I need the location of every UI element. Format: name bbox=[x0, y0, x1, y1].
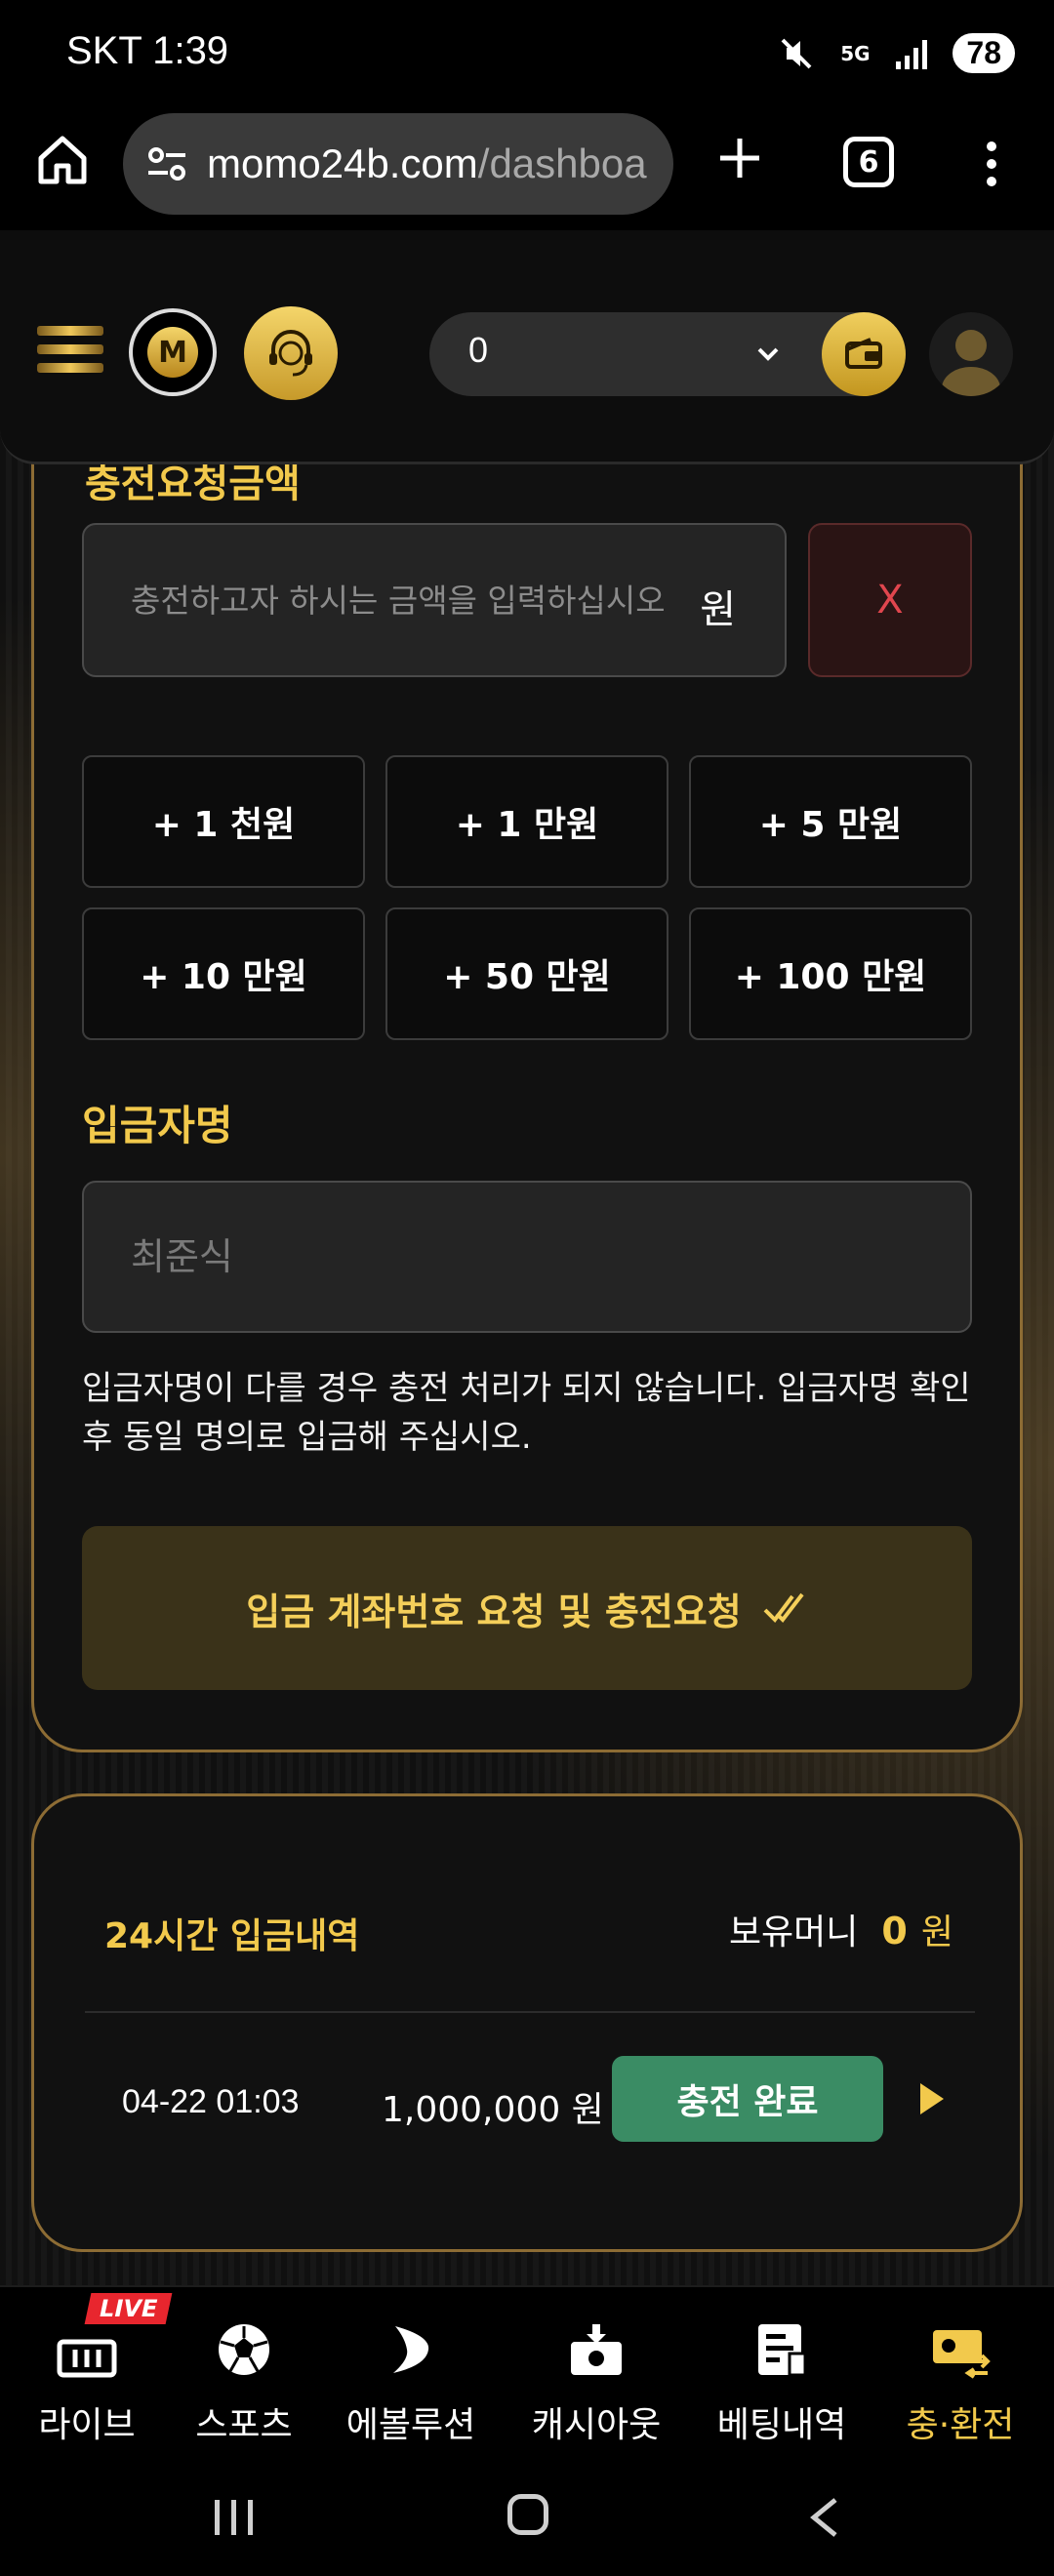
history-row-status-badge: 충전 완료 bbox=[612, 2056, 883, 2142]
home-icon[interactable] bbox=[35, 133, 90, 187]
nav-label: 스포츠 bbox=[195, 2405, 293, 2445]
logo[interactable]: M bbox=[129, 308, 217, 396]
address-bar[interactable]: momo24b.com/dashboa bbox=[123, 113, 673, 215]
menu-icon[interactable] bbox=[37, 326, 103, 384]
recent-apps-icon[interactable] bbox=[213, 2498, 256, 2537]
amount-unit: 원 bbox=[700, 587, 736, 632]
quick-amount-button[interactable]: + 50 만원 bbox=[385, 907, 669, 1040]
depositor-input-wrap bbox=[82, 1181, 972, 1333]
nav-item-sports[interactable]: 스포츠 bbox=[176, 2287, 312, 2455]
wallet-button[interactable] bbox=[822, 312, 906, 396]
quick-amount-button[interactable]: + 1 만원 bbox=[385, 755, 669, 888]
nav-item-exchange[interactable]: 충·환전 bbox=[892, 2287, 1029, 2455]
nav-label: 충·환전 bbox=[906, 2405, 1015, 2445]
headset-icon bbox=[269, 330, 312, 377]
balance-selector[interactable]: 0 bbox=[429, 312, 906, 396]
depositor-name-input[interactable] bbox=[84, 1183, 970, 1331]
quick-amount-button[interactable]: + 100 만원 bbox=[689, 907, 972, 1040]
held-money-value: 0 bbox=[881, 1910, 908, 1952]
history-title: 24시간 입금내역 bbox=[104, 1916, 360, 1956]
tab-switcher-button[interactable]: 6 bbox=[843, 137, 894, 187]
divider bbox=[85, 2011, 975, 2013]
mute-icon bbox=[781, 38, 812, 68]
user-icon bbox=[942, 330, 1000, 396]
cashout-icon bbox=[571, 2324, 622, 2375]
back-icon[interactable] bbox=[806, 2496, 841, 2539]
app-header: M 0 bbox=[0, 230, 1054, 464]
chevron-down-icon bbox=[757, 347, 779, 361]
status-icons: 5G 78 bbox=[777, 33, 1015, 73]
support-24-icon[interactable] bbox=[244, 306, 338, 400]
submit-label: 입금 계좌번호 요청 및 충전요청 bbox=[246, 1590, 742, 1633]
battery-indicator: 78 bbox=[953, 33, 1015, 73]
url-text: momo24b.com/dashboa bbox=[207, 141, 647, 187]
clock-label: 1:39 bbox=[152, 29, 229, 72]
stadium-icon bbox=[57, 2339, 117, 2378]
amount-input-wrap: 원 bbox=[82, 523, 787, 677]
signal-icon bbox=[896, 39, 928, 69]
system-home-icon[interactable] bbox=[507, 2494, 548, 2535]
nav-label: 라이브 bbox=[38, 2405, 136, 2445]
nav-label: 에볼루션 bbox=[345, 2405, 476, 2445]
nav-item-live[interactable]: LIVE 라이브 bbox=[25, 2287, 173, 2455]
network-type: 5G bbox=[840, 41, 871, 65]
status-time: SKT 1:39 bbox=[66, 29, 228, 73]
history-row-amount: 1,000,000 원 bbox=[382, 2090, 604, 2130]
depositor-notice: 입금자명이 다를 경우 충전 처리가 되지 않습니다. 입금자명 확인 후 동일… bbox=[82, 1369, 971, 1457]
play-arrow-icon[interactable] bbox=[916, 2079, 946, 2118]
depositor-label: 입금자명 bbox=[82, 1102, 233, 1149]
site-settings-icon[interactable] bbox=[144, 141, 189, 186]
clear-amount-button[interactable]: X bbox=[808, 523, 972, 677]
held-money: 보유머니 0 원 bbox=[729, 1904, 953, 1954]
url-host: momo24b.com bbox=[207, 141, 478, 186]
held-money-label: 보유머니 bbox=[728, 1912, 859, 1952]
url-path: /dashboa bbox=[477, 141, 647, 186]
logo-mark: M bbox=[147, 327, 198, 378]
bottom-nav: LIVE 라이브 스포츠 에볼루션 캐시아웃 베팅내역 충·환전 bbox=[0, 2285, 1054, 2453]
history-row-date: 04-22 01:03 bbox=[122, 2083, 300, 2120]
balance-value: 0 bbox=[468, 330, 489, 370]
betting-history-icon bbox=[758, 2324, 807, 2377]
nav-item-evolution[interactable]: 에볼루션 bbox=[334, 2287, 488, 2455]
held-money-unit: 원 bbox=[920, 1912, 953, 1952]
wallet-icon bbox=[845, 338, 882, 369]
quick-amount-button[interactable]: + 1 천원 bbox=[82, 755, 365, 888]
more-menu-icon[interactable] bbox=[976, 139, 1007, 189]
quick-amount-button[interactable]: + 10 만원 bbox=[82, 907, 365, 1040]
double-check-icon bbox=[763, 1592, 804, 1624]
nav-item-cashout[interactable]: 캐시아웃 bbox=[519, 2287, 673, 2455]
deposit-history-card: 24시간 입금내역 보유머니 0 원 04-22 01:03 1,000,000… bbox=[31, 1793, 1023, 2252]
soccer-ball-icon bbox=[219, 2324, 269, 2375]
status-bar: SKT 1:39 5G 78 bbox=[0, 0, 1054, 109]
system-nav-bar bbox=[0, 2453, 1054, 2576]
quick-amount-button[interactable]: + 5 만원 bbox=[689, 755, 972, 888]
new-tab-icon[interactable] bbox=[712, 131, 767, 185]
nav-label: 캐시아웃 bbox=[531, 2405, 662, 2445]
avatar[interactable] bbox=[929, 312, 1013, 396]
browser-toolbar: momo24b.com/dashboa 6 bbox=[0, 109, 1054, 230]
request-deposit-button[interactable]: 입금 계좌번호 요청 및 충전요청 bbox=[82, 1526, 972, 1690]
exchange-icon bbox=[933, 2330, 991, 2379]
live-badge: LIVE bbox=[84, 2293, 173, 2324]
evolution-icon bbox=[393, 2326, 429, 2373]
amount-input[interactable] bbox=[84, 525, 785, 675]
nav-item-betting-history[interactable]: 베팅내역 bbox=[705, 2287, 859, 2455]
carrier-label: SKT bbox=[66, 29, 142, 72]
nav-label: 베팅내역 bbox=[716, 2405, 847, 2445]
